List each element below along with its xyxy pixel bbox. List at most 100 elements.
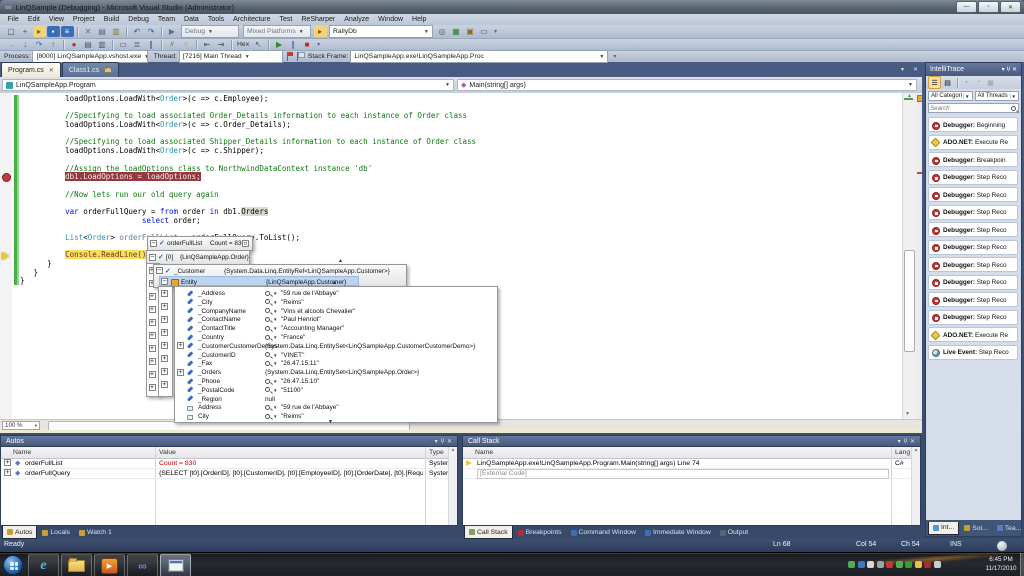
menu-item-file[interactable]: File — [3, 16, 23, 23]
expand-toggle-icon[interactable]: + — [149, 358, 156, 365]
menu-item-edit[interactable]: Edit — [23, 16, 44, 23]
pin-icon[interactable]: ✓ — [165, 268, 171, 275]
pin-icon[interactable]: џ — [904, 438, 907, 445]
tab-output[interactable]: Output — [716, 527, 752, 539]
tab-breakpoints[interactable]: Breakpoints — [514, 527, 566, 539]
command-window-icon[interactable]: ▭ — [478, 26, 491, 37]
expand-toggle-icon[interactable]: + — [177, 342, 184, 349]
datatip-row[interactable]: _Country▼"France" — [175, 333, 497, 342]
tab-program-cs[interactable]: Program.cs✕ — [1, 62, 61, 77]
intellitrace-title-bar[interactable]: IntelliTrace ▾ џ ✕ — [926, 63, 1021, 76]
column-lang[interactable]: Lang — [895, 449, 910, 456]
category-filter-combo[interactable]: All Categori▼ — [928, 91, 973, 101]
intellitrace-event[interactable]: Debugger: Step Reco — [928, 240, 1018, 255]
taskbar-app-internet-explorer[interactable]: e — [28, 554, 59, 576]
visualizer-caret-icon[interactable]: ▼ — [273, 405, 277, 410]
intellitrace-event[interactable]: Debugger: Step Reco — [928, 222, 1018, 237]
datatip-row[interactable]: _ContactTitle▼"Accounting Manager" — [175, 324, 497, 333]
callstack-grid[interactable]: NameLangLinQSampleApp.exe!LinQSampleApp.… — [462, 447, 921, 526]
editor-scrollbar-thumb[interactable] — [904, 250, 915, 352]
pin-icon[interactable]: џ — [441, 438, 444, 445]
callstack-frame[interactable]: [External Code] — [463, 468, 912, 479]
save-icon[interactable]: ▪ — [47, 26, 60, 37]
tab-int-[interactable]: Int... — [928, 522, 959, 535]
tray-icon[interactable] — [915, 561, 922, 568]
magnifier-icon[interactable] — [265, 405, 270, 410]
magnifier-icon[interactable] — [265, 291, 270, 296]
locals-window-icon[interactable]: ▤ — [82, 39, 95, 50]
menu-item-debug[interactable]: Debug — [124, 16, 154, 23]
magnifier-icon[interactable] — [265, 352, 270, 357]
autos-row[interactable]: +◆orderFullQuery{SELECT [t0].[OrderID], … — [1, 468, 449, 479]
title-bar[interactable]: ∞ LinQSample (Debugging) - Microsoft Vis… — [0, 0, 1024, 14]
code-line[interactable]: db1.LoadOptions = loadOptions; — [20, 173, 476, 182]
intellitrace-event[interactable]: Debugger: Step Reco — [928, 187, 1018, 202]
cut-icon[interactable]: ✕ — [82, 26, 95, 37]
expand-toggle-icon[interactable]: + — [161, 381, 168, 388]
tray-icon[interactable] — [905, 561, 912, 568]
expand-toggle-icon[interactable]: + — [161, 303, 168, 310]
visualizer-caret-icon[interactable]: ▼ — [273, 300, 277, 305]
expand-toggle-icon[interactable]: + — [149, 293, 156, 300]
datatip-row[interactable]: _Regionnull — [175, 395, 497, 404]
visualizer-caret-icon[interactable]: ▼ — [273, 388, 277, 393]
magnifier-icon[interactable] — [265, 361, 270, 366]
tab-tea-[interactable]: Tea... — [993, 522, 1024, 534]
open-icon[interactable]: ▸ — [314, 26, 327, 37]
stop-icon[interactable]: ■ — [301, 39, 314, 50]
restore-button[interactable]: ▫ — [978, 1, 999, 13]
tab-command-window[interactable]: Command Window — [567, 527, 640, 539]
expand-toggle-icon[interactable]: − — [150, 240, 157, 247]
platform-combo[interactable]: Mixed Platforms▼ — [243, 25, 311, 38]
intellitrace-event[interactable]: Debugger: Step Reco — [928, 170, 1018, 185]
menu-item-test[interactable]: Test — [275, 16, 297, 23]
indent-decrease-icon[interactable]: ⇤ — [201, 39, 214, 50]
visualizer-caret-icon[interactable]: ▼ — [273, 291, 277, 296]
visualizer-caret-icon[interactable]: ▼ — [273, 326, 277, 331]
toolbar-overflow-icon[interactable]: ▾ — [317, 41, 320, 48]
visualizer-caret-icon[interactable]: ▼ — [273, 379, 277, 384]
tray-icon[interactable] — [934, 561, 941, 568]
menu-item-help[interactable]: Help — [408, 16, 431, 23]
expand-toggle-icon[interactable]: + — [149, 345, 156, 352]
thread-filter-combo[interactable]: All Threads▼ — [975, 91, 1020, 101]
tray-icon[interactable] — [924, 561, 931, 568]
grid-scrollbar[interactable]: ▲ — [448, 447, 457, 525]
expand-toggle-icon[interactable]: − — [161, 278, 168, 285]
magnifier-icon[interactable] — [265, 379, 270, 384]
expand-toggle-icon[interactable]: + — [149, 384, 156, 391]
new-project-icon[interactable]: ▢ — [5, 26, 18, 37]
document-close-icon[interactable]: ✕ — [913, 66, 918, 73]
tray-icon[interactable] — [848, 561, 855, 568]
expand-toggle-icon[interactable]: + — [161, 342, 168, 349]
continue-icon[interactable]: ▶ — [273, 39, 286, 50]
expand-toggle-icon[interactable]: + — [4, 459, 11, 466]
magnifier-icon[interactable] — [265, 317, 270, 322]
step-over-icon[interactable]: ↷ — [33, 39, 46, 50]
pointer-icon[interactable]: ↖ — [252, 39, 265, 50]
pause-icon[interactable]: ∥ — [287, 39, 300, 50]
window-menu-icon[interactable]: ▾ — [435, 438, 438, 445]
intellitrace-event[interactable]: Debugger: Breakpoin — [928, 152, 1018, 167]
menu-item-data[interactable]: Data — [180, 16, 204, 23]
datatip-row[interactable]: _PostalCode▼"51100" — [175, 386, 497, 395]
tab-list-dropdown-icon[interactable]: ▾ — [901, 66, 904, 73]
intellitrace-event-list[interactable]: Debugger: BeginningADO.NET: Execute ReDe… — [926, 115, 1021, 520]
magnifier-icon[interactable] — [265, 414, 270, 419]
database-icon[interactable]: ▣ — [464, 26, 477, 37]
tab-autos[interactable]: Autos — [2, 526, 37, 539]
expand-toggle-icon[interactable]: + — [149, 319, 156, 326]
menu-item-resharper[interactable]: ReSharper — [297, 16, 340, 23]
clock-icon[interactable]: ◔ — [973, 77, 984, 88]
pin-icon[interactable]: џ — [1007, 66, 1010, 73]
save-icon[interactable]: ▪ — [961, 77, 972, 88]
intellitrace-event[interactable]: ADO.NET: Execute Re — [928, 327, 1018, 342]
datatip-orderfulllist[interactable]: −✓orderFullListCount = 830▫ — [147, 236, 253, 251]
datatip-row[interactable]: City▼"Reims" — [175, 412, 497, 421]
list-view-icon[interactable]: ☰ — [928, 76, 941, 89]
toolbar-overflow-icon[interactable]: ▾ — [613, 53, 616, 60]
datatip-customer[interactable]: −✓_Customer{System.Data.Linq.EntityRef<L… — [153, 264, 407, 288]
copy-icon[interactable]: ▤ — [96, 26, 109, 37]
tray-icon[interactable] — [858, 561, 865, 568]
redo-icon[interactable]: ↷ — [145, 26, 158, 37]
